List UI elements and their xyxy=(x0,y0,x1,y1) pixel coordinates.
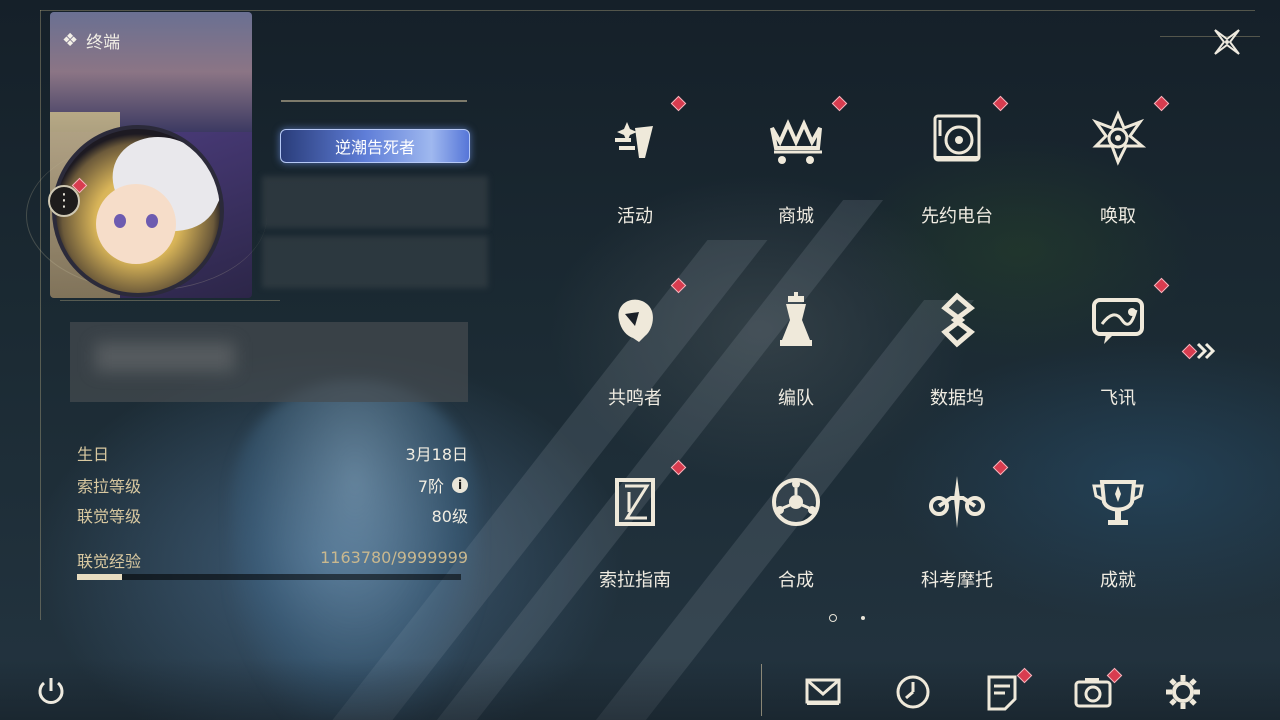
camera-icon xyxy=(1074,678,1112,708)
menu-item[interactable]: 飞讯 xyxy=(1038,272,1198,432)
clock-button[interactable] xyxy=(893,672,933,712)
power-button[interactable] xyxy=(34,674,68,708)
power-icon xyxy=(38,678,64,704)
menu-item-label: 唤取 xyxy=(1100,206,1136,227)
menu-item-label: 成就 xyxy=(1100,570,1136,591)
menu-item[interactable]: 编队 xyxy=(716,272,876,432)
menu-item-label: 合成 xyxy=(778,570,814,591)
menu-item[interactable]: 共鸣者 xyxy=(555,272,715,432)
guide-book-icon xyxy=(605,472,665,532)
exp-progress-bar xyxy=(77,574,461,580)
resonator-head-icon xyxy=(605,290,665,350)
stat-value: 3月18日 xyxy=(405,445,468,464)
blurred-signature[interactable] xyxy=(70,322,468,402)
stat-label: 索拉等级 xyxy=(77,477,142,496)
settings-gear-button[interactable] xyxy=(1163,672,1203,712)
terminal-panel: ❖ 终端 ❖ 终端 ⋮ 逆潮告死者 生日 3月18日 索拉等级 7阶 i 联觉等 xyxy=(0,0,1280,720)
achievement-trophy-icon xyxy=(1088,472,1148,532)
frame-top-line xyxy=(40,10,1255,11)
info-icon[interactable]: i xyxy=(452,477,468,493)
close-button[interactable] xyxy=(1205,20,1249,64)
menu-item[interactable]: 合成 xyxy=(716,454,876,614)
menu-item-label: 先约电台 xyxy=(921,206,993,227)
blurred-player-name xyxy=(262,176,488,228)
menu-item[interactable]: 活动 xyxy=(555,90,715,250)
shop-crown-cart-icon xyxy=(766,108,826,168)
stat-value: 7阶 xyxy=(417,477,444,496)
profile-stats: 生日 3月18日 索拉等级 7阶 i 联觉等级 80级 xyxy=(77,436,468,530)
menu-item[interactable]: 成就 xyxy=(1038,454,1198,614)
exp-row: 联觉经验 1163780/9999999 xyxy=(77,548,468,572)
blurred-player-id xyxy=(262,236,488,288)
menu-item-label: 飞讯 xyxy=(1100,388,1136,409)
page-dot[interactable] xyxy=(861,616,865,620)
menu-item[interactable]: 先约电台 xyxy=(877,90,1037,250)
name-divider xyxy=(281,100,467,102)
team-chess-icon xyxy=(766,290,826,350)
mail-button[interactable] xyxy=(803,672,843,712)
menu-item-label: 索拉指南 xyxy=(599,570,671,591)
clock-icon xyxy=(896,675,930,709)
notification-badge xyxy=(670,277,687,294)
menu-item[interactable]: 商城 xyxy=(716,90,876,250)
exp-value: 1163780/9999999 xyxy=(320,548,468,567)
menu-item[interactable]: 数据坞 xyxy=(877,272,1037,432)
notice-button[interactable] xyxy=(983,667,1033,712)
stat-label: 生日 xyxy=(77,445,110,464)
message-icon xyxy=(1088,290,1148,350)
menu-item-label: 数据坞 xyxy=(930,388,984,409)
stat-row-birthday: 生日 3月18日 xyxy=(77,436,468,470)
next-page-button[interactable] xyxy=(1180,339,1220,363)
notification-badge xyxy=(992,459,1009,476)
notification-badge xyxy=(831,95,848,112)
event-icon xyxy=(605,108,665,168)
bottom-separator xyxy=(761,664,762,716)
notification-badge xyxy=(670,459,687,476)
synthesis-icon xyxy=(766,472,826,532)
title-badge-label: 逆潮告死者 xyxy=(334,138,415,157)
notification-badge xyxy=(1153,277,1170,294)
notification-badge xyxy=(1153,95,1170,112)
notice-icon xyxy=(987,675,1017,711)
databank-icon xyxy=(927,290,987,350)
exp-progress-fill xyxy=(77,574,122,580)
stat-row-sola-level: 索拉等级 7阶 i xyxy=(77,470,468,500)
menu-item[interactable]: 科考摩托 xyxy=(877,454,1037,614)
stat-row-union-level: 联觉等级 80级 xyxy=(77,500,468,530)
frame-left-line xyxy=(40,10,41,620)
stat-value: 80级 xyxy=(431,507,468,526)
frame-divider xyxy=(60,300,280,301)
menu-item-label: 编队 xyxy=(778,388,814,409)
avatar[interactable] xyxy=(52,125,224,297)
settings-gear-icon xyxy=(1166,675,1200,709)
summon-compass-icon xyxy=(1088,108,1148,168)
terminal-title-overlay: ❖ 终端 xyxy=(62,28,120,53)
mail-icon xyxy=(805,678,841,705)
exp-label: 联觉经验 xyxy=(77,552,142,571)
camera-button[interactable] xyxy=(1073,667,1123,712)
notification-badge xyxy=(992,95,1009,112)
menu-item[interactable]: 唤取 xyxy=(1038,90,1198,250)
motorcycle-icon xyxy=(927,472,987,532)
menu-item-label: 活动 xyxy=(617,206,653,227)
radio-turntable-icon xyxy=(927,108,987,168)
terminal-label-overlay: 终端 xyxy=(86,33,121,53)
title-badge[interactable]: 逆潮告死者 xyxy=(280,129,470,163)
menu-item-label: 科考摩托 xyxy=(921,570,993,591)
terminal-diamond-overlay-icon: ❖ xyxy=(62,30,79,51)
menu-item[interactable]: 索拉指南 xyxy=(555,454,715,614)
page-dot[interactable] xyxy=(829,614,837,622)
menu-item-label: 商城 xyxy=(778,206,814,227)
notification-badge xyxy=(670,95,687,112)
close-icon xyxy=(1214,29,1240,55)
menu-item-label: 共鸣者 xyxy=(608,388,662,409)
stat-label: 联觉等级 xyxy=(77,507,142,526)
